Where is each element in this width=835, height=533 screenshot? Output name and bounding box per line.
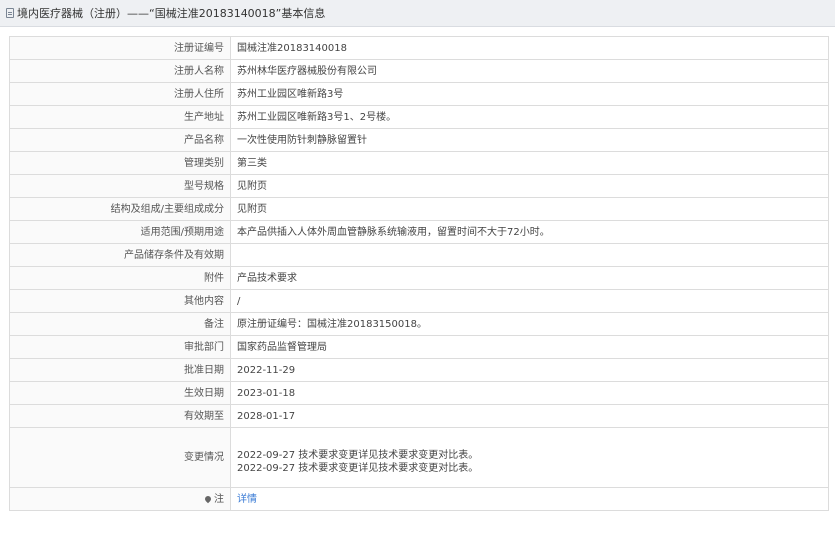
table-row: 生效日期 2023-01-18: [9, 381, 829, 405]
note-value-cell: 详情: [230, 487, 829, 511]
pin-icon: [203, 494, 213, 503]
note-row: 注 详情: [9, 487, 829, 511]
row-value: 本产品供插入人体外周血管静脉系统输液用，留置时间不大于72小时。: [230, 220, 829, 244]
row-label: 审批部门: [9, 335, 231, 359]
change-entry: 2022-09-27 技术要求变更详见技术要求变更对比表。: [237, 462, 479, 474]
table-row: 产品储存条件及有效期: [9, 243, 829, 267]
row-label: 适用范围/预期用途: [9, 220, 231, 244]
table-row: 有效期至 2028-01-17: [9, 404, 829, 428]
row-value: 2028-01-17: [230, 404, 829, 428]
change-label: 变更情况: [9, 427, 231, 488]
detail-container: 注册证编号 国械注准20183140018 注册人名称 苏州林华医疗器械股份有限…: [0, 27, 835, 511]
row-value: /: [230, 289, 829, 313]
row-label: 注册人名称: [9, 59, 231, 83]
document-icon: [6, 8, 14, 18]
row-value: 2023-01-18: [230, 381, 829, 405]
change-entries: 2022-09-27 技术要求变更详见技术要求变更对比表。 2022-09-27…: [230, 427, 829, 488]
row-value: 第三类: [230, 151, 829, 175]
table-row: 结构及组成/主要组成成分 见附页: [9, 197, 829, 221]
row-value: 原注册证编号：国械注准20183150018。: [230, 312, 829, 336]
row-label: 产品储存条件及有效期: [9, 243, 231, 267]
table-row: 注册证编号 国械注准20183140018: [9, 36, 829, 60]
note-label-cell: 注: [9, 487, 231, 511]
detail-link[interactable]: 详情: [237, 494, 257, 505]
row-label: 注册人住所: [9, 82, 231, 106]
row-label: 附件: [9, 266, 231, 290]
row-label: 有效期至: [9, 404, 231, 428]
row-value: 国械注准20183140018: [230, 36, 829, 60]
row-value: 苏州工业园区唯新路3号: [230, 82, 829, 106]
row-label: 注册证编号: [9, 36, 231, 60]
row-label: 生产地址: [9, 105, 231, 129]
table-row: 适用范围/预期用途 本产品供插入人体外周血管静脉系统输液用，留置时间不大于72小…: [9, 220, 829, 244]
table-row: 型号规格 见附页: [9, 174, 829, 198]
table-row: 注册人住所 苏州工业园区唯新路3号: [9, 82, 829, 106]
row-label: 备注: [9, 312, 231, 336]
table-row: 附件 产品技术要求: [9, 266, 829, 290]
table-row: 其他内容 /: [9, 289, 829, 313]
table-row: 注册人名称 苏州林华医疗器械股份有限公司: [9, 59, 829, 83]
row-value: [230, 243, 829, 267]
table-row: 审批部门 国家药品监督管理局: [9, 335, 829, 359]
row-value: 苏州工业园区唯新路3号1、2号楼。: [230, 105, 829, 129]
detail-table: 注册证编号 国械注准20183140018 注册人名称 苏州林华医疗器械股份有限…: [9, 36, 829, 511]
page-title: 境内医疗器械（注册）——“国械注准20183140018”基本信息: [17, 7, 326, 20]
row-label: 结构及组成/主要组成成分: [9, 197, 231, 221]
change-entry: 2022-09-27 技术要求变更详见技术要求变更对比表。: [237, 449, 479, 461]
table-row: 产品名称 一次性使用防针刺静脉留置针: [9, 128, 829, 152]
row-value: 国家药品监督管理局: [230, 335, 829, 359]
row-label: 型号规格: [9, 174, 231, 198]
row-label: 产品名称: [9, 128, 231, 152]
row-value: 产品技术要求: [230, 266, 829, 290]
table-row: 管理类别 第三类: [9, 151, 829, 175]
row-value: 2022-11-29: [230, 358, 829, 382]
page-header: 境内医疗器械（注册）——“国械注准20183140018”基本信息: [0, 0, 835, 27]
row-label: 批准日期: [9, 358, 231, 382]
row-value: 苏州林华医疗器械股份有限公司: [230, 59, 829, 83]
table-row: 备注 原注册证编号：国械注准20183150018。: [9, 312, 829, 336]
note-label: 注: [214, 493, 224, 505]
change-row: 变更情况 2022-09-27 技术要求变更详见技术要求变更对比表。 2022-…: [9, 427, 829, 488]
table-row: 生产地址 苏州工业园区唯新路3号1、2号楼。: [9, 105, 829, 129]
table-row: 批准日期 2022-11-29: [9, 358, 829, 382]
row-value: 一次性使用防针刺静脉留置针: [230, 128, 829, 152]
row-label: 其他内容: [9, 289, 231, 313]
row-value: 见附页: [230, 174, 829, 198]
row-label: 管理类别: [9, 151, 231, 175]
row-value: 见附页: [230, 197, 829, 221]
row-label: 生效日期: [9, 381, 231, 405]
